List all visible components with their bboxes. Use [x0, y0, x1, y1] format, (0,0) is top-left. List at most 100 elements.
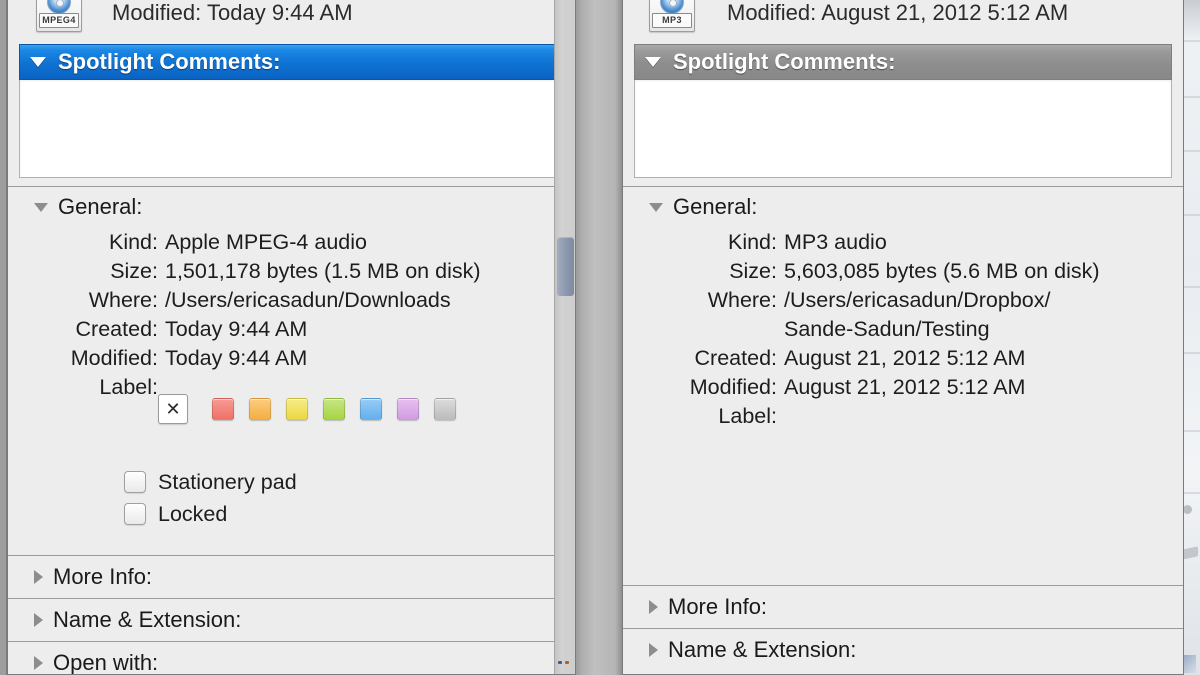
vertical-scrollbar-left-window[interactable] — [554, 0, 575, 674]
section-title: Name & Extension: — [668, 637, 857, 662]
field-value: 1,501,178 bytes (1.5 MB on disk) — [165, 259, 481, 283]
field-key: Where: — [88, 288, 158, 312]
field-value: Today 9:44 AM — [165, 317, 308, 341]
section-title: More Info: — [53, 564, 153, 589]
label-swatch-blue[interactable] — [360, 398, 382, 420]
top-modified-label: Modified: — [727, 0, 817, 25]
file-format-badge: MP3 — [652, 13, 692, 28]
get-info-window-mp3[interactable]: MP3 Modified: August 21, 2012 5:12 AM Sp… — [622, 0, 1184, 675]
checkbox-box[interactable] — [124, 503, 146, 525]
field-row-label: Label: — [657, 402, 1100, 431]
label-swatch-none[interactable]: ✕ — [158, 394, 188, 424]
field-value: August 21, 2012 5:12 AM — [784, 375, 1026, 399]
spotlight-comments-title: Spotlight Comments: — [673, 49, 896, 74]
disclosure-triangle-right-icon[interactable] — [34, 570, 43, 584]
spotlight-comments-header[interactable]: Spotlight Comments: — [634, 44, 1172, 80]
general-fields: Kind: Apple MPEG-4 audio Size: 1,501,178… — [40, 228, 481, 402]
general-checkboxes: Stationery pad Locked — [124, 466, 297, 530]
general-title: General: — [673, 194, 758, 219]
label-swatch-green[interactable] — [323, 398, 345, 420]
field-value: Today 9:44 AM — [165, 346, 308, 370]
label-swatch-red[interactable] — [212, 398, 234, 420]
spotlight-comments-input[interactable] — [634, 80, 1172, 178]
disclosure-triangle-right-icon[interactable] — [34, 613, 43, 627]
field-value: MP3 audio — [784, 230, 887, 254]
disclosure-triangle-right-icon[interactable] — [34, 656, 43, 670]
label-swatch-gray[interactable] — [434, 398, 456, 420]
file-identity-row: MPEG4 Modified: Today 9:44 AM — [8, 0, 575, 34]
section-title: Open with: — [53, 650, 159, 675]
top-modified-text: Modified: August 21, 2012 5:12 AM — [727, 0, 1068, 26]
field-row-created: Created: August 21, 2012 5:12 AM — [657, 344, 1100, 373]
disclosure-triangle-right-icon[interactable] — [649, 600, 658, 614]
get-info-window-mpeg4[interactable]: MPEG4 Modified: Today 9:44 AM Spotlight … — [6, 0, 576, 675]
section-more-info[interactable]: More Info: — [8, 555, 575, 598]
label-color-picker[interactable]: ✕ — [158, 394, 471, 424]
spotlight-comments-input[interactable] — [19, 80, 564, 178]
field-value: /Users/ericasadun/Dropbox/ — [784, 288, 1051, 312]
field-value: /Users/ericasadun/Downloads — [165, 288, 451, 312]
top-modified-value: August 21, 2012 5:12 AM — [821, 0, 1069, 25]
field-key: Kind: — [727, 230, 777, 254]
field-row-size: Size: 5,603,085 bytes (5.6 MB on disk) — [657, 257, 1100, 286]
spotlight-comments-section: Spotlight Comments: — [19, 44, 564, 179]
field-row-modified: Modified: Today 9:44 AM — [40, 344, 481, 373]
field-key: Size: — [110, 259, 158, 283]
disclosure-triangle-down-icon[interactable] — [645, 57, 661, 67]
field-key: Modified: — [70, 346, 158, 370]
field-row-where: Where: /Users/ericasadun/Dropbox/ Sande-… — [657, 286, 1100, 344]
field-key: Label: — [99, 375, 158, 399]
field-value: August 21, 2012 5:12 AM — [784, 346, 1026, 370]
file-format-badge: MPEG4 — [39, 13, 79, 28]
section-name-extension[interactable]: Name & Extension: — [8, 598, 575, 641]
top-modified-text: Modified: Today 9:44 AM — [112, 0, 353, 26]
field-key: Size: — [729, 259, 777, 283]
file-type-icon-mpeg4[interactable]: MPEG4 — [36, 0, 82, 32]
spotlight-comments-section: Spotlight Comments: — [634, 44, 1172, 179]
field-row-modified: Modified: August 21, 2012 5:12 AM — [657, 373, 1100, 402]
general-section: General: — [623, 190, 1183, 224]
general-header[interactable]: General: — [623, 190, 1183, 224]
section-title: More Info: — [668, 594, 768, 619]
section-divider — [623, 186, 1183, 187]
field-row-kind: Kind: Apple MPEG-4 audio — [40, 228, 481, 257]
field-row-kind: Kind: MP3 audio — [657, 228, 1100, 257]
disclosure-triangle-down-icon[interactable] — [649, 202, 663, 212]
label-swatch-orange[interactable] — [249, 398, 271, 420]
field-value-continued: Sande-Sadun/Testing — [784, 317, 990, 341]
checkbox-box[interactable] — [124, 471, 146, 493]
section-name-extension[interactable]: Name & Extension: — [623, 628, 1183, 671]
field-row-size: Size: 1,501,178 bytes (1.5 MB on disk) — [40, 257, 481, 286]
section-title: Name & Extension: — [53, 607, 242, 632]
field-value: Apple MPEG-4 audio — [165, 230, 367, 254]
scrollbar-thumb[interactable] — [557, 237, 574, 296]
disclosure-triangle-down-icon[interactable] — [34, 202, 48, 212]
checkbox-locked[interactable]: Locked — [124, 498, 297, 530]
resize-grip[interactable] — [558, 661, 574, 671]
file-identity-row: MP3 Modified: August 21, 2012 5:12 AM — [623, 0, 1183, 34]
checkbox-stationery-pad[interactable]: Stationery pad — [124, 466, 297, 498]
general-header[interactable]: General: — [8, 190, 575, 224]
spotlight-comments-header[interactable]: Spotlight Comments: — [19, 44, 564, 80]
clear-label-icon: ✕ — [165, 399, 181, 419]
section-divider — [8, 186, 575, 187]
field-value: 5,603,085 bytes (5.6 MB on disk) — [784, 259, 1100, 283]
label-swatch-purple[interactable] — [397, 398, 419, 420]
field-key: Created: — [694, 346, 777, 370]
checkbox-label: Stationery pad — [158, 469, 297, 494]
screen: MPEG4 Modified: Today 9:44 AM Spotlight … — [0, 0, 1200, 675]
disclosure-triangle-down-icon[interactable] — [30, 57, 46, 67]
field-key: Modified: — [689, 375, 777, 399]
field-key: Kind: — [108, 230, 158, 254]
top-modified-label: Modified: — [112, 0, 202, 25]
top-modified-value: Today 9:44 AM — [207, 0, 353, 25]
field-row-created: Created: Today 9:44 AM — [40, 315, 481, 344]
general-title: General: — [58, 194, 143, 219]
section-open-with[interactable]: Open with: — [8, 641, 575, 675]
desktop-background-gap — [576, 0, 622, 675]
spotlight-comments-title: Spotlight Comments: — [58, 49, 281, 74]
section-more-info[interactable]: More Info: — [623, 585, 1183, 628]
label-swatch-yellow[interactable] — [286, 398, 308, 420]
file-type-icon-mp3[interactable]: MP3 — [649, 0, 695, 32]
disclosure-triangle-right-icon[interactable] — [649, 643, 658, 657]
